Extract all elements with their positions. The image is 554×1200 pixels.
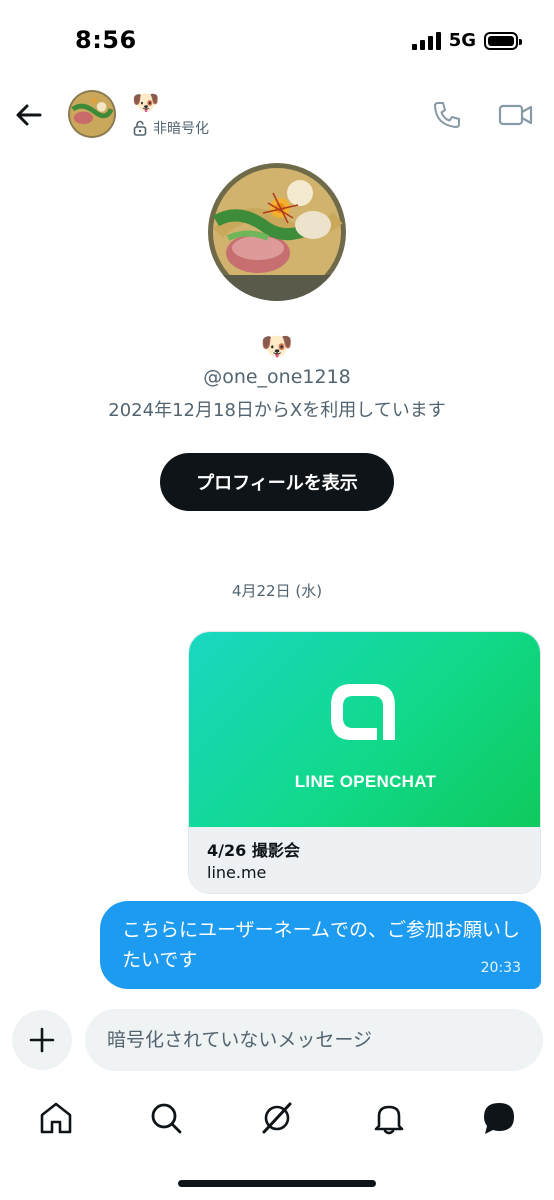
ramen-photo-icon: [68, 90, 116, 138]
network-label: 5G: [448, 30, 476, 51]
view-profile-button[interactable]: プロフィールを表示: [160, 453, 394, 511]
message-input[interactable]: [85, 1009, 543, 1071]
status-time: 8:56: [75, 26, 137, 54]
back-button[interactable]: [12, 98, 46, 132]
profile-avatar[interactable]: [208, 163, 346, 301]
status-bar: 8:56 5G: [0, 0, 554, 80]
bottom-navigation: [0, 1090, 554, 1146]
plus-icon: [29, 1027, 55, 1053]
avatar[interactable]: [68, 90, 116, 138]
grok-icon: [262, 1102, 292, 1134]
message-text: こちらにユーザーネームでの、ご参加お願いしたいです: [122, 919, 521, 971]
link-preview-image-text: LINE OPENCHAT: [294, 772, 437, 791]
encryption-label: 非暗号化: [153, 121, 209, 137]
line-openchat-logo-icon: [331, 684, 395, 740]
nav-notifications[interactable]: [369, 1098, 409, 1138]
video-icon: [498, 104, 533, 126]
ramen-photo-icon: [208, 163, 346, 301]
search-icon: [151, 1103, 182, 1134]
home-indicator: [178, 1180, 376, 1187]
profile-display-name: 🐶: [260, 332, 294, 362]
nav-messages[interactable]: [479, 1098, 519, 1138]
arrow-left-icon: [16, 104, 42, 126]
conversation-header: 🐶 非暗号化: [0, 80, 554, 152]
nav-search[interactable]: [146, 1098, 186, 1138]
bell-icon: [374, 1105, 404, 1135]
link-preview-card[interactable]: LINE OPENCHAT 4/26 撮影会 line.me: [188, 631, 541, 894]
link-domain: line.me: [207, 863, 267, 882]
video-call-button[interactable]: [496, 98, 536, 132]
link-preview-meta: 4/26 撮影会 line.me: [189, 827, 540, 893]
call-button[interactable]: [430, 98, 464, 132]
nav-grok[interactable]: [257, 1098, 297, 1138]
home-icon: [40, 1102, 72, 1134]
unlock-icon: [133, 120, 147, 136]
nav-home[interactable]: [36, 1098, 76, 1138]
link-title: 4/26 撮影会: [207, 841, 300, 860]
signal-icon: [411, 31, 441, 50]
encryption-status: 非暗号化: [133, 118, 209, 138]
profile-handle: @one_one1218: [203, 366, 351, 388]
status-icons: 5G: [411, 30, 522, 51]
sent-message-bubble[interactable]: こちらにユーザーネームでの、ご参加お願いしたいです 20:33: [100, 901, 541, 989]
messages-icon: [484, 1103, 514, 1134]
link-preview-image: LINE OPENCHAT: [189, 632, 540, 827]
profile-joined-date: 2024年12月18日からXを利用しています: [108, 400, 446, 421]
message-timestamp: 20:33: [480, 960, 521, 976]
header-display-name: 🐶: [132, 91, 160, 116]
phone-icon: [434, 102, 460, 128]
add-attachment-button[interactable]: [12, 1010, 72, 1070]
battery-icon: [484, 31, 522, 50]
date-separator: 4月22日 (水): [231, 582, 323, 600]
